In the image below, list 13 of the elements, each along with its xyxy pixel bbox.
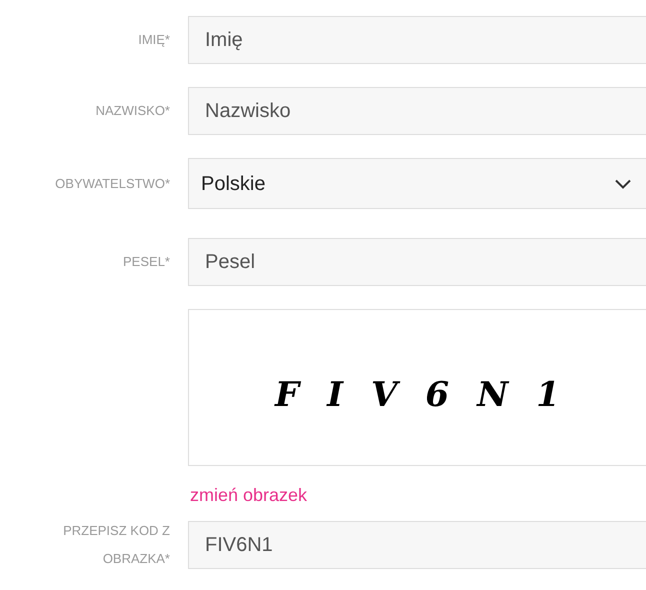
field-label: PRZEPISZ KOD Z OBRAZKA* <box>62 522 170 568</box>
field-label: PESEL* <box>123 253 170 271</box>
field-label: NAZWISKO* <box>96 102 170 120</box>
text-field[interactable]: Nazwisko <box>188 87 646 135</box>
text-field[interactable]: FIV6N1 <box>188 521 646 569</box>
field-label: OBYWATELSTWO* <box>55 174 170 192</box>
text-field[interactable]: Imię <box>188 16 646 64</box>
field-label: IMIĘ* <box>138 31 170 49</box>
text-field[interactable]: Pesel <box>188 238 646 286</box>
chevron-down-icon <box>615 178 631 188</box>
captcha-text: FIV6N1 <box>275 374 588 417</box>
citizenship-select[interactable]: Polskie <box>188 158 646 209</box>
change-image-link[interactable]: zmień obrazek <box>190 482 308 509</box>
